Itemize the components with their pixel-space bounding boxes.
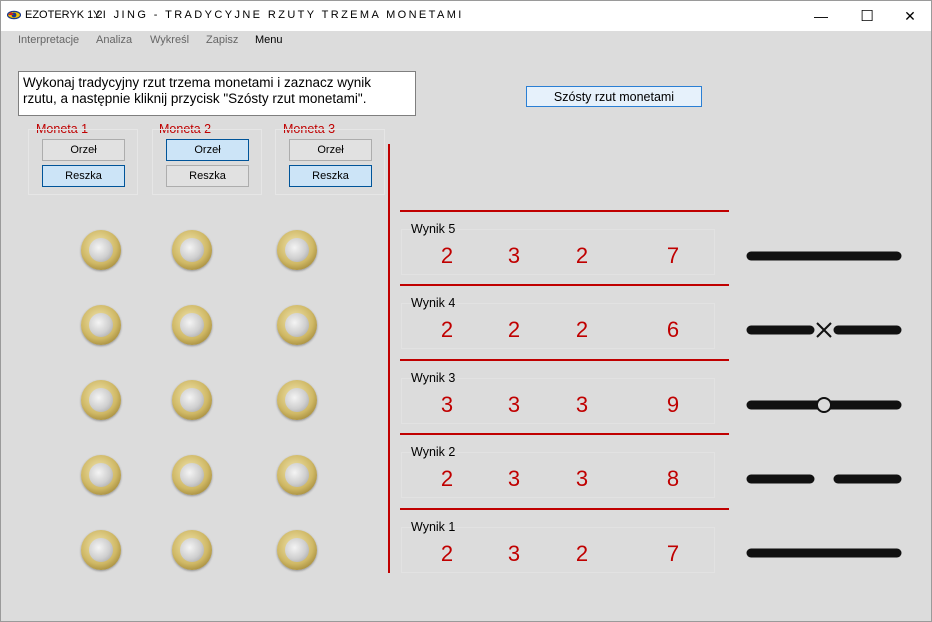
coin-image (172, 530, 212, 570)
result-5-sum: 7 (666, 243, 680, 268)
coin-image (81, 230, 121, 270)
result-2-sum: 8 (666, 466, 680, 491)
coin-1-orzel-button[interactable]: Orzeł (42, 139, 125, 161)
coin-image (277, 305, 317, 345)
result-2-value-2: 3 (507, 466, 521, 491)
coin-3-group: Orzeł Reszka (275, 129, 385, 195)
result-1-value-3: 2 (575, 541, 589, 566)
result-divider (400, 359, 729, 361)
instruction-line-1: Wykonaj tradycyjny rzut trzema monetami … (23, 75, 371, 90)
result-4-value-1: 2 (440, 317, 454, 342)
menu-bar: Interpretacje Analiza Wykreśl Zapisz Men… (1, 31, 931, 51)
changing-yin-line-icon (746, 322, 902, 338)
coin-3-reszka-button[interactable]: Reszka (289, 165, 372, 187)
result-4-value-2: 2 (507, 317, 521, 342)
result-2-value-1: 2 (440, 466, 454, 491)
result-3-value-3: 3 (575, 392, 589, 417)
menu-item-interpretacje[interactable]: Interpretacje (18, 34, 79, 46)
result-1-value-1: 2 (440, 541, 454, 566)
result-divider (400, 284, 729, 286)
coin-image (172, 380, 212, 420)
result-3-label: Wynik 3 (411, 371, 456, 385)
coin-image (172, 305, 212, 345)
menu-item-menu[interactable]: Menu (255, 34, 283, 46)
result-5-value-1: 2 (440, 243, 454, 268)
result-4-value-3: 2 (575, 317, 589, 342)
result-1-value-2: 3 (507, 541, 521, 566)
app-window: EZOTERYK 1.2 YI JING - TRADYCYJNE RZUTY … (0, 0, 932, 622)
result-3-value-2: 3 (507, 392, 521, 417)
coin-image (81, 380, 121, 420)
coin-image (172, 230, 212, 270)
coin-image (172, 455, 212, 495)
coin-image (277, 455, 317, 495)
result-divider (400, 210, 729, 212)
title-bar: EZOTERYK 1.2 YI JING - TRADYCYJNE RZUTY … (1, 1, 931, 31)
result-divider (400, 508, 729, 510)
result-1-sum: 7 (666, 541, 680, 566)
yang-line-icon (746, 548, 902, 558)
app-name: EZOTERYK 1.2 (25, 9, 103, 21)
result-5-label: Wynik 5 (411, 222, 456, 236)
menu-item-zapisz[interactable]: Zapisz (206, 34, 238, 46)
coin-2-orzel-button[interactable]: Orzeł (166, 139, 249, 161)
window-title: YI JING - TRADYCYJNE RZUTY TRZEMA MONETA… (93, 9, 464, 21)
result-2-label: Wynik 2 (411, 445, 456, 459)
coin-2-reszka-button[interactable]: Reszka (166, 165, 249, 187)
result-divider (400, 433, 729, 435)
result-4-sum: 6 (666, 317, 680, 342)
instruction-box: Wykonaj tradycyjny rzut trzema monetami … (18, 71, 416, 116)
eye-logo-icon (7, 10, 21, 20)
coin-image (277, 230, 317, 270)
coin-3-orzel-button[interactable]: Orzeł (289, 139, 372, 161)
menu-item-wykresl[interactable]: Wykreśl (150, 34, 189, 46)
coin-image (277, 380, 317, 420)
minimize-button[interactable]: — (798, 1, 844, 31)
close-button[interactable]: ✕ (887, 1, 932, 31)
changing-yang-line-icon (746, 397, 902, 413)
coin-image (81, 455, 121, 495)
result-3-sum: 9 (666, 392, 680, 417)
coin-1-group: Orzeł Reszka (28, 129, 138, 195)
vertical-divider (388, 144, 390, 573)
sixth-throw-button[interactable]: Szósty rzut monetami (526, 86, 702, 107)
maximize-button[interactable]: ☐ (844, 1, 890, 31)
coin-image (81, 530, 121, 570)
menu-item-analiza[interactable]: Analiza (96, 34, 132, 46)
instruction-line-2: rzutu, a następnie kliknij przycisk "Szó… (23, 91, 367, 106)
result-5-value-3: 2 (575, 243, 589, 268)
result-4-label: Wynik 4 (411, 296, 456, 310)
coin-image (277, 530, 317, 570)
yin-line-icon (746, 474, 902, 484)
result-1-label: Wynik 1 (411, 520, 456, 534)
coin-image (81, 305, 121, 345)
result-3-value-1: 3 (440, 392, 454, 417)
coin-2-group: Orzeł Reszka (152, 129, 262, 195)
yang-line-icon (746, 251, 902, 261)
coin-1-reszka-button[interactable]: Reszka (42, 165, 125, 187)
result-2-value-3: 3 (575, 466, 589, 491)
result-5-value-2: 3 (507, 243, 521, 268)
